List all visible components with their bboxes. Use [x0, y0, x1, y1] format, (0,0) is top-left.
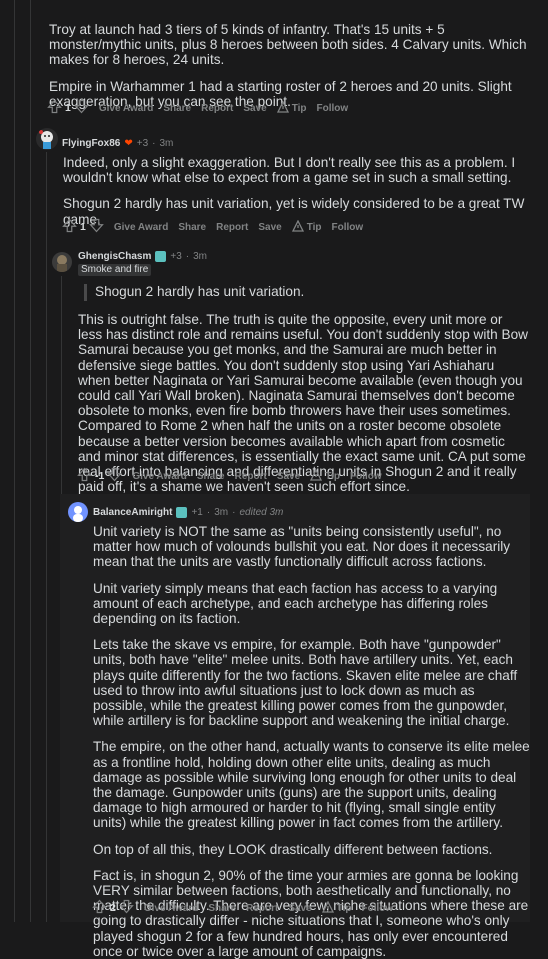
vote-score: 1 [65, 102, 71, 114]
comment-actions: 2 Give Award Share Report Save Tip Follo… [92, 899, 403, 917]
tip-button[interactable]: Tip [321, 900, 352, 916]
comment-paragraph: Unit variety simply means that each fact… [93, 580, 498, 627]
give-award-button[interactable]: Give Award [132, 471, 186, 482]
comment-actions: 1 Give Award Share Report Save Tip Follo… [47, 99, 358, 117]
comment-header: BalanceAmiright +1 · 3m · edited 3m [93, 507, 284, 518]
comment-paragraph: Lets take the skave vs empire, for examp… [93, 637, 518, 729]
user-flair: Smoke and fire [78, 264, 152, 276]
tip-icon [291, 219, 304, 235]
follow-button[interactable]: Follow [362, 903, 394, 914]
avatar[interactable] [36, 128, 58, 150]
comment-actions: 1 Give Award Share Report Save Tip Follo… [62, 218, 373, 236]
upvote-icon[interactable] [47, 99, 62, 117]
comment-paragraph: The empire, on the other hand, actually … [93, 739, 530, 831]
timestamp: 3m [214, 507, 229, 518]
karma-points: +1 [191, 507, 203, 518]
vote-controls: 1 [62, 218, 104, 236]
follow-button[interactable]: Follow [332, 222, 364, 233]
tip-button[interactable]: Tip [310, 468, 341, 484]
report-button[interactable]: Report [235, 471, 267, 482]
vote-controls: 1 [47, 99, 89, 117]
tip-label: Tip [325, 470, 341, 482]
tip-label: Tip [306, 221, 322, 233]
comment-header: FlyingFox86 ❤ +3 · 3m [62, 138, 174, 149]
timestamp: 3m [193, 251, 208, 262]
report-button[interactable]: Report [246, 903, 278, 914]
vote-score: 1 [80, 221, 86, 233]
award-icon: ❤ [124, 138, 133, 149]
downvote-icon[interactable] [74, 99, 89, 117]
report-button[interactable]: Report [201, 103, 233, 114]
timestamp: 3m [159, 138, 174, 149]
edited-label: edited 3m [239, 507, 284, 518]
comment-body: Troy at launch had 3 tiers of 5 kinds of… [49, 22, 539, 109]
report-button[interactable]: Report [216, 222, 248, 233]
karma-points: +3 [170, 251, 182, 262]
share-button[interactable]: Share [197, 471, 225, 482]
thread-rail[interactable] [14, 0, 15, 922]
comment-header: GhengisChasm +3 · 3m [78, 251, 208, 262]
follow-button[interactable]: Follow [350, 471, 382, 482]
downvote-icon[interactable] [119, 899, 134, 917]
tip-button[interactable]: Tip [291, 219, 322, 235]
upvote-icon[interactable] [62, 218, 77, 236]
award-icon [155, 251, 167, 262]
share-button[interactable]: Share [208, 903, 236, 914]
author-name[interactable]: GhengisChasm [78, 251, 151, 262]
share-button[interactable]: Share [163, 103, 191, 114]
tip-label: Tip [336, 902, 352, 914]
vote-score: 2 [110, 902, 116, 914]
avatar[interactable] [68, 502, 88, 522]
upvote-icon[interactable] [92, 899, 107, 917]
tip-icon [310, 468, 323, 484]
downvote-icon[interactable] [107, 467, 123, 485]
save-button[interactable]: Save [277, 471, 300, 482]
award-icon [176, 507, 188, 518]
vote-controls: 2 [92, 899, 134, 917]
comment-body: Unit variety is NOT the same as "units b… [93, 524, 530, 959]
give-award-button[interactable]: Give Award [144, 903, 198, 914]
vote-controls: -1 [77, 467, 123, 485]
karma-points: +3 [136, 138, 149, 149]
tip-label: Tip [291, 102, 307, 114]
author-name[interactable]: FlyingFox86 [62, 138, 120, 149]
comment-paragraph: On top of all this, they LOOK drasticall… [93, 841, 493, 857]
author-name[interactable]: BalanceAmiright [93, 507, 172, 518]
tip-icon [321, 900, 334, 916]
tip-icon [276, 100, 289, 116]
save-button[interactable]: Save [258, 222, 281, 233]
thread-rail[interactable] [30, 0, 31, 922]
comment-paragraph: Troy at launch had 3 tiers of 5 kinds of… [49, 22, 527, 68]
avatar[interactable] [52, 252, 72, 272]
thread-rail[interactable] [46, 152, 47, 922]
save-button[interactable]: Save [243, 103, 266, 114]
comment-paragraph: Unit variety is NOT the same as "units b… [93, 524, 511, 570]
comment-actions: -1 Give Award Share Report Save Tip Foll… [77, 467, 392, 485]
comment-paragraph: Indeed, only a slight exaggeration. But … [63, 155, 516, 186]
save-button[interactable]: Save [288, 903, 311, 914]
blockquote: Shogun 2 hardly has unit variation. [84, 284, 304, 301]
vote-score: -1 [95, 470, 105, 482]
upvote-icon[interactable] [77, 467, 92, 485]
share-button[interactable]: Share [178, 222, 206, 233]
follow-button[interactable]: Follow [317, 103, 349, 114]
give-award-button[interactable]: Give Award [114, 222, 168, 233]
downvote-icon[interactable] [89, 218, 104, 236]
give-award-button[interactable]: Give Award [99, 103, 153, 114]
comment-body: Indeed, only a slight exaggeration. But … [63, 155, 538, 227]
tip-button[interactable]: Tip [276, 100, 307, 116]
